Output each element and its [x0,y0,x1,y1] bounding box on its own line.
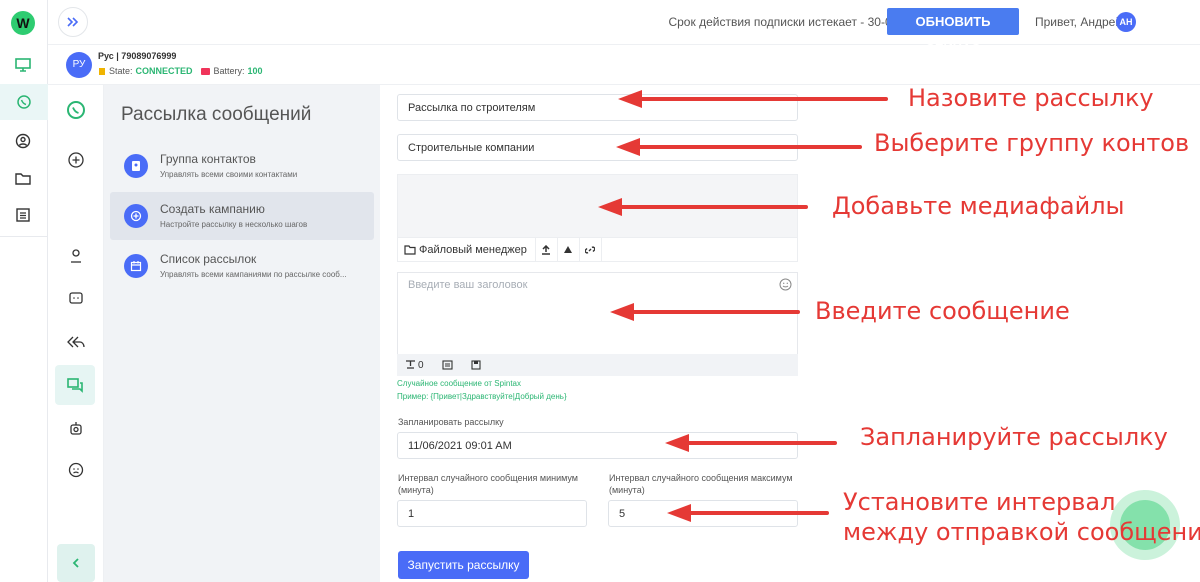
annotation-schedule: Запланируйте рассылку [860,423,1168,451]
spintax-example: Пример: {Привет|Здравствуйте|Добрый день… [397,392,567,401]
file-manager-label: Файловый менеджер [419,243,527,256]
user-circle-icon[interactable] [12,130,34,152]
start-broadcast-button[interactable]: Запустить рассылку [398,551,529,579]
monitor-icon[interactable] [12,54,34,76]
reply-all-icon[interactable] [65,331,87,353]
app-logo[interactable]: W [11,11,35,35]
text-count-icon [406,360,415,369]
annotation-name: Назовите рассылку [908,84,1154,112]
chat-bubble-icon[interactable] [65,287,87,309]
user-avatar[interactable]: AH [1116,12,1136,32]
menu-item-description: Управлять всеми кампаниями по рассылке с… [160,270,347,279]
annotation-interval-line1: Установите интервал [843,488,1116,516]
battery-label: Battery: [213,66,245,76]
arrow-interval [667,504,829,522]
renew-now-button[interactable]: ОБНОВИТЬ СЕЙЧАС [887,8,1019,56]
device-state-icon [99,67,105,75]
menu-item-broadcast-list[interactable]: Список рассылок Управлять всеми кампания… [110,242,374,290]
plus-circle-icon [124,204,148,228]
interval-min-label: Интервал случайного сообщения минимум (м… [398,473,578,495]
menu-item-label: Список рассылок [160,252,257,266]
add-circle-icon[interactable] [65,149,87,171]
app-rail: W [0,0,48,582]
spintax-hint: Случайное сообщение от Spintax [397,379,521,388]
device-bar: РУ Рус | 79089076999 State: CONNECTED Ba… [48,45,1200,85]
device-name: Рус | 79089076999 [98,51,177,61]
link-icon[interactable] [580,237,602,262]
emoji-picker-icon[interactable] [779,278,792,296]
user-icon[interactable] [65,245,87,267]
template-icon[interactable] [442,360,453,370]
collapse-sidebar-button[interactable] [57,544,95,582]
chevron-left-icon [72,558,79,568]
annotation-media: Добавьте медиафайлы [832,192,1125,220]
section-icon-column [48,85,104,582]
menu-item-label: Группа контактов [160,152,256,166]
message-toolbar: 0 [397,354,798,376]
google-drive-icon[interactable] [558,237,580,262]
counter-value: 0 [418,359,424,371]
rail-divider [0,236,48,237]
top-bar [48,0,1200,45]
whatsapp-section-icon[interactable] [65,99,87,121]
upload-icon[interactable] [536,237,558,262]
menu-item-contact-group[interactable]: Группа контактов Управлять всеми своими … [110,142,374,190]
emoji-face-icon[interactable] [65,459,87,481]
menu-item-description: Настройте рассылку в несколько шагов [160,220,308,229]
menu-title: Рассылка сообщений [121,104,312,125]
device-status: State: CONNECTED Battery: 100 [98,66,263,76]
arrow-group [616,138,862,156]
device-avatar[interactable]: РУ [66,52,92,78]
menu-item-description: Управлять всеми своими контактами [160,170,298,179]
annotation-group: Выберите группу контов [874,129,1190,157]
schedule-label: Запланировать рассылку [398,417,504,427]
menu-item-create-campaign[interactable]: Создать кампанию Настройте рассылку в не… [110,192,374,240]
battery-icon [200,67,210,75]
folder-open-icon [404,244,416,255]
campaign-messages-icon[interactable] [55,365,95,405]
arrow-schedule [665,434,837,452]
annotation-interval-line2: между отправкой сообщений [843,518,1200,546]
contacts-book-icon [124,154,148,178]
message-placeholder: Введите ваш заголовок [408,279,528,291]
menu-item-label: Создать кампанию [160,202,265,216]
media-toolbar: Файловый менеджер [397,237,798,262]
arrow-name [618,90,888,108]
bot-icon[interactable] [65,417,87,439]
whatsapp-icon[interactable] [0,84,48,120]
counter-button[interactable]: 0 [405,360,424,371]
folder-icon[interactable] [12,168,34,190]
user-greeting[interactable]: Привет, Андрей [1035,15,1122,29]
broadcast-menu-panel: Рассылка сообщений Группа контактов Упра… [104,85,380,582]
save-icon[interactable] [471,360,481,370]
annotation-message: Введите сообщение [815,297,1070,325]
expand-sidebar-button[interactable] [58,7,88,37]
arrow-media [598,198,808,216]
calendar-icon [124,254,148,278]
state-value: CONNECTED [135,66,193,76]
arrow-message [610,303,800,321]
state-label: State: [109,66,133,76]
list-icon[interactable] [12,204,34,226]
interval-min-input[interactable]: 1 [397,500,587,527]
battery-value: 100 [247,66,263,76]
file-manager-button[interactable]: Файловый менеджер [398,237,536,262]
double-chevron-right-icon [67,17,79,27]
interval-max-label: Интервал случайного сообщения максимум (… [609,473,793,495]
